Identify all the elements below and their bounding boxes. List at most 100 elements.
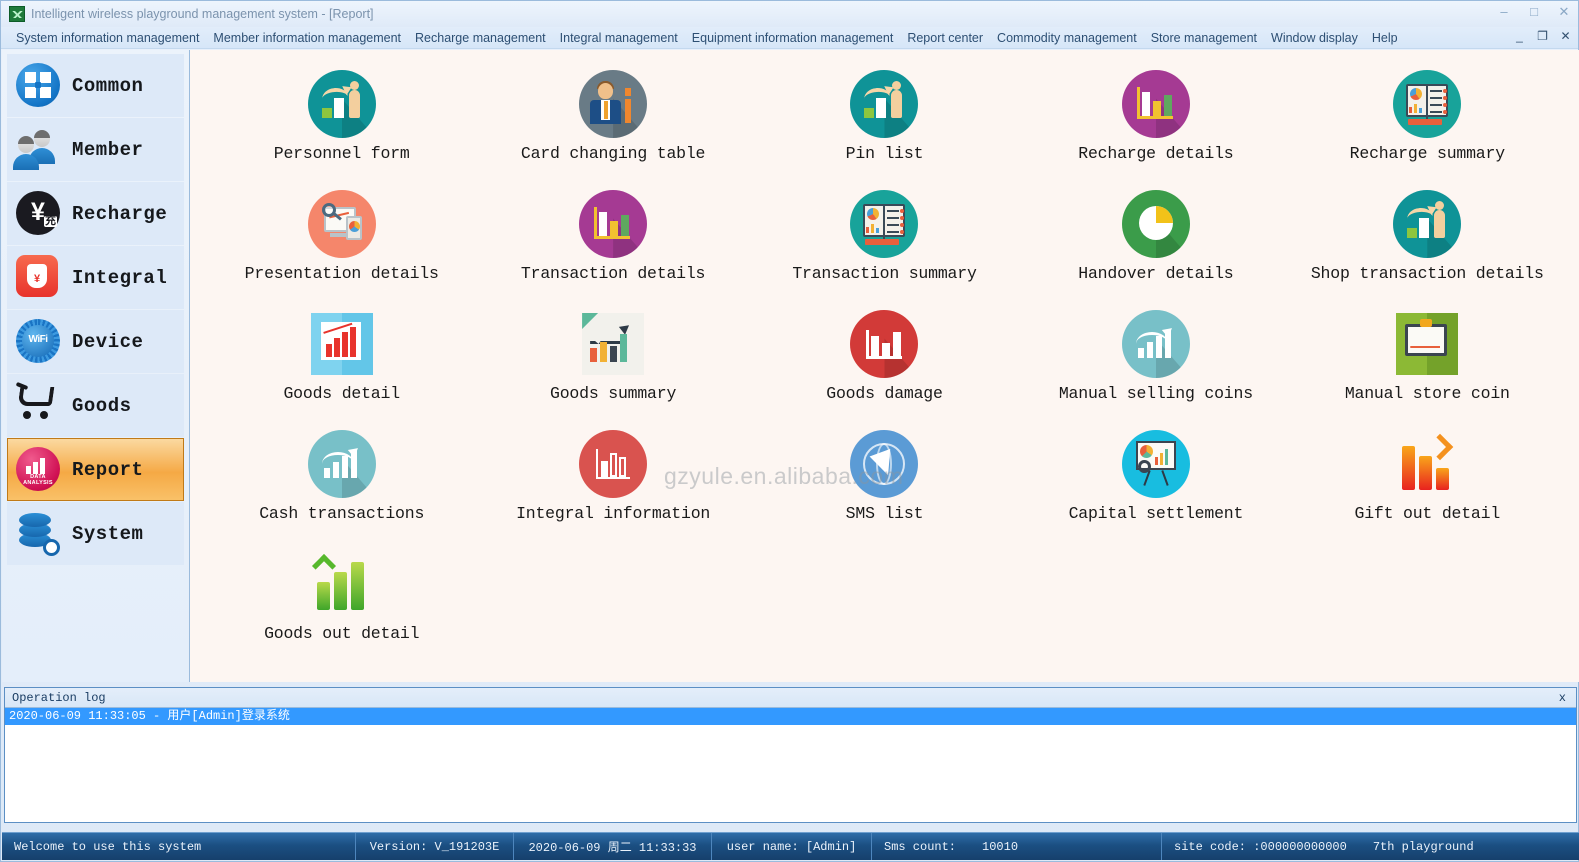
tile-label: Goods detail xyxy=(283,384,399,403)
menu-item-equipment-information-management[interactable]: Equipment information management xyxy=(685,30,901,46)
tile-label: Pin list xyxy=(846,144,924,163)
operation-log-close-icon[interactable]: x xyxy=(1555,691,1570,705)
sidebar-item-recharge[interactable]: ¥充 Recharge xyxy=(7,182,184,245)
window-controls: – □ ✕ xyxy=(1496,4,1572,20)
database-gear-icon xyxy=(16,511,62,557)
tile-integral-information[interactable]: Integral information xyxy=(477,424,748,534)
tile-goods-out-detail[interactable]: Goods out detail xyxy=(206,544,477,654)
status-sms-count: 10010 xyxy=(982,840,1018,854)
menu-item-system-information-management[interactable]: System information management xyxy=(9,30,206,46)
shop-transaction-details-icon xyxy=(1393,190,1461,258)
tile-label: Gift out detail xyxy=(1355,504,1501,523)
mdi-restore-button[interactable]: ❐ xyxy=(1536,29,1549,43)
tile-cash-transactions[interactable]: Cash transactions xyxy=(206,424,477,534)
data-analysis-icon: DATA ANALYSIS xyxy=(16,447,62,493)
money-bag-icon xyxy=(16,255,62,301)
tile-card-changing-table[interactable]: Card changing table xyxy=(477,64,748,174)
tile-shop-transaction-details[interactable]: Shop transaction details xyxy=(1292,184,1563,294)
minimize-button[interactable]: – xyxy=(1496,4,1512,20)
sidebar-item-label: Member xyxy=(72,139,143,161)
tile-goods-summary[interactable]: Goods summary xyxy=(477,304,748,414)
tile-manual-selling-coins[interactable]: Manual selling coins xyxy=(1020,304,1291,414)
menu-item-help[interactable]: Help xyxy=(1365,30,1405,46)
status-bar: Welcome to use this system Version: V_19… xyxy=(2,832,1579,860)
tile-label: Personnel form xyxy=(274,144,410,163)
tile-handover-details[interactable]: Handover details xyxy=(1020,184,1291,294)
tile-label: Goods summary xyxy=(550,384,676,403)
close-button[interactable]: ✕ xyxy=(1556,4,1572,20)
tile-capital-settlement[interactable]: Capital settlement xyxy=(1020,424,1291,534)
tile-personnel-form[interactable]: Personnel form xyxy=(206,64,477,174)
tile-goods-damage[interactable]: Goods damage xyxy=(749,304,1020,414)
tile-transaction-details[interactable]: Transaction details xyxy=(477,184,748,294)
tile-label: Recharge details xyxy=(1078,144,1233,163)
sidebar-item-label: Common xyxy=(72,75,143,97)
menu-item-report-center[interactable]: Report center xyxy=(900,30,990,46)
menu-item-commodity-management[interactable]: Commodity management xyxy=(990,30,1144,46)
tile-sms-list[interactable]: SMS list xyxy=(749,424,1020,534)
operation-log-title: Operation log xyxy=(12,691,106,705)
sidebar-item-device[interactable]: Device xyxy=(7,310,184,373)
menu-item-member-information-management[interactable]: Member information management xyxy=(206,30,408,46)
transaction-details-icon xyxy=(579,190,647,258)
tile-label: Recharge summary xyxy=(1350,144,1505,163)
status-playground: 7th playground xyxy=(1373,840,1474,854)
menu-item-store-management[interactable]: Store management xyxy=(1144,30,1264,46)
status-welcome: Welcome to use this system xyxy=(2,833,356,860)
tile-label: Goods out detail xyxy=(264,624,419,643)
mdi-close-button[interactable]: ✕ xyxy=(1559,29,1572,43)
presentation-details-icon xyxy=(308,190,376,258)
goods-summary-icon xyxy=(579,310,647,378)
tile-transaction-summary[interactable]: Transaction summary xyxy=(749,184,1020,294)
sidebar-item-integral[interactable]: Integral xyxy=(7,246,184,309)
goods-detail-icon xyxy=(308,310,376,378)
sidebar-item-report[interactable]: DATA ANALYSIS Report xyxy=(7,438,184,501)
integral-information-icon xyxy=(579,430,647,498)
tile-goods-detail[interactable]: Goods detail xyxy=(206,304,477,414)
tile-recharge-details[interactable]: Recharge details xyxy=(1020,64,1291,174)
status-datetime: 2020-06-09 周二 11:33:33 xyxy=(514,833,712,860)
sidebar-item-system[interactable]: System xyxy=(7,502,184,565)
menu-item-recharge-management[interactable]: Recharge management xyxy=(408,30,553,46)
tile-manual-store-coin[interactable]: Manual store coin xyxy=(1292,304,1563,414)
tile-label: Presentation details xyxy=(245,264,439,283)
tile-label: Transaction summary xyxy=(792,264,976,283)
yuan-recharge-icon: ¥充 xyxy=(16,191,62,237)
window-title: Intelligent wireless playground manageme… xyxy=(31,7,374,21)
pin-list-icon xyxy=(850,70,918,138)
tile-gift-out-detail[interactable]: Gift out detail xyxy=(1292,424,1563,534)
menu-item-integral-management[interactable]: Integral management xyxy=(553,30,685,46)
tile-label: Shop transaction details xyxy=(1311,264,1544,283)
shopping-cart-icon xyxy=(16,383,62,429)
maximize-button[interactable]: □ xyxy=(1526,4,1542,20)
title-bar: Intelligent wireless playground manageme… xyxy=(1,1,1578,27)
tile-presentation-details[interactable]: Presentation details xyxy=(206,184,477,294)
tile-label: SMS list xyxy=(846,504,924,523)
members-icon xyxy=(16,127,62,173)
menu-item-window-display[interactable]: Window display xyxy=(1264,30,1365,46)
application-window: Intelligent wireless playground manageme… xyxy=(0,0,1579,862)
sidebar-item-common[interactable]: Common xyxy=(7,54,184,117)
sidebar-item-goods[interactable]: Goods xyxy=(7,374,184,437)
tile-label: Card changing table xyxy=(521,144,705,163)
operation-log-row[interactable]: 2020-06-09 11:33:05 - 用户[Admin]登录系统 xyxy=(5,708,1576,725)
status-site-code: site code: :000000000000 xyxy=(1174,840,1347,854)
tile-pin-list[interactable]: Pin list xyxy=(749,64,1020,174)
goods-damage-icon xyxy=(850,310,918,378)
tile-label: Manual store coin xyxy=(1345,384,1510,403)
tile-label: Capital settlement xyxy=(1069,504,1244,523)
menu-bar: System information management Member inf… xyxy=(1,27,1578,49)
sidebar-item-label: Integral xyxy=(72,267,167,289)
status-username: user name: [Admin] xyxy=(712,833,872,860)
operation-log-rows: 2020-06-09 11:33:05 - 用户[Admin]登录系统 xyxy=(5,708,1576,725)
sidebar-item-label: Device xyxy=(72,331,143,353)
recharge-details-icon xyxy=(1122,70,1190,138)
sidebar-item-member[interactable]: Member xyxy=(7,118,184,181)
common-grid-icon xyxy=(16,63,62,109)
mdi-minimize-button[interactable]: _ xyxy=(1513,29,1526,43)
tile-recharge-summary[interactable]: Recharge summary xyxy=(1292,64,1563,174)
report-tile-grid: Personnel form Card changing table xyxy=(190,64,1579,654)
card-changing-table-icon xyxy=(579,70,647,138)
tile-label: Goods damage xyxy=(826,384,942,403)
status-sms: Sms count: 10010 xyxy=(872,833,1162,860)
